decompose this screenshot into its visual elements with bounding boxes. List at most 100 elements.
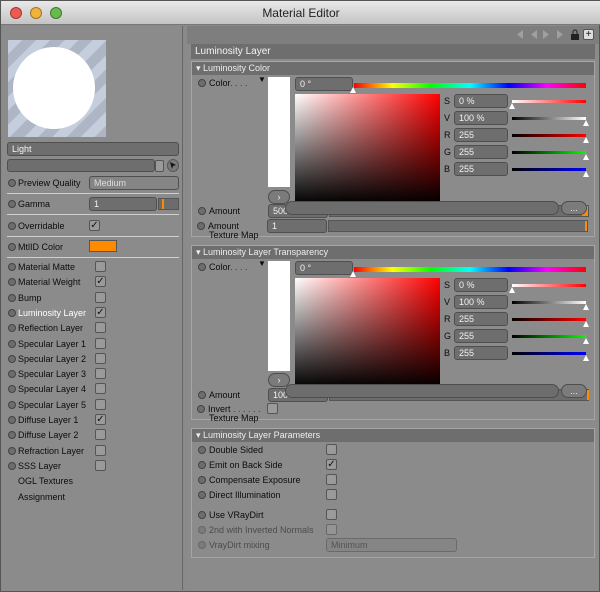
channel-checkbox[interactable]: [95, 261, 106, 272]
new-window-icon[interactable]: +: [583, 29, 594, 40]
mtlid-anim-dot[interactable]: [8, 243, 16, 251]
b-input[interactable]: 255: [454, 346, 508, 360]
channel-item[interactable]: Bump: [18, 293, 42, 303]
texture-more-button[interactable]: ...: [561, 384, 587, 398]
v-slider[interactable]: [512, 117, 586, 120]
channel-item[interactable]: Reflection Layer: [18, 323, 83, 333]
r-input[interactable]: 255: [454, 312, 508, 326]
channel-item[interactable]: Material Matte: [18, 262, 75, 272]
color-anim-dot[interactable]: [198, 263, 206, 271]
double-sided-checkbox[interactable]: [326, 444, 337, 455]
direct-checkbox[interactable]: [326, 489, 337, 500]
use-vraydirt-anim-dot[interactable]: [198, 511, 206, 519]
emit-back-anim-dot[interactable]: [198, 461, 206, 469]
channel-item[interactable]: Diffuse Layer 2: [18, 430, 78, 440]
direct-anim-dot[interactable]: [198, 491, 206, 499]
second-inverted-anim-dot[interactable]: [198, 526, 206, 534]
s-slider[interactable]: [512, 100, 586, 103]
navigation-arrows-icon[interactable]: [513, 28, 563, 41]
v-handle[interactable]: [583, 304, 589, 310]
channel-item[interactable]: Specular Layer 1: [18, 339, 86, 349]
texture-map-slot[interactable]: [285, 201, 559, 215]
assignment-item[interactable]: Assignment: [18, 492, 65, 502]
sv-picker[interactable]: [295, 278, 440, 388]
vraydirt-mixing-select[interactable]: Minimum: [326, 538, 457, 552]
channel-item[interactable]: Specular Layer 5: [18, 400, 86, 410]
hue-bar[interactable]: [354, 83, 586, 88]
g-handle[interactable]: [583, 338, 589, 344]
b-slider[interactable]: [512, 168, 586, 171]
channel-checkbox[interactable]: [95, 429, 106, 441]
invert-checkbox[interactable]: [267, 403, 278, 414]
v-input[interactable]: 100 %: [454, 111, 508, 125]
r-slider[interactable]: [512, 318, 586, 321]
channel-anim-dot[interactable]: [8, 308, 16, 317]
channel-anim-dot[interactable]: [8, 263, 16, 271]
channel-item[interactable]: Specular Layer 4: [18, 384, 86, 394]
channel-anim-dot[interactable]: [8, 324, 16, 333]
hue-handle[interactable]: [350, 87, 356, 93]
color-swatch[interactable]: [268, 77, 290, 187]
color-anim-dot[interactable]: [198, 79, 206, 87]
path-dropdown-arrow[interactable]: [155, 160, 164, 172]
channel-checkbox[interactable]: [95, 352, 106, 364]
compensate-checkbox[interactable]: [326, 474, 337, 485]
color-mode-arrow[interactable]: ▼: [258, 259, 266, 268]
amount2-input[interactable]: 1: [267, 219, 327, 233]
channel-checkbox[interactable]: [95, 444, 106, 456]
channel-checkbox[interactable]: [95, 322, 106, 334]
compensate-anim-dot[interactable]: [198, 476, 206, 484]
channel-anim-dot[interactable]: [8, 400, 16, 409]
amount-anim-dot[interactable]: [198, 207, 206, 215]
amount-anim-dot[interactable]: [198, 391, 206, 399]
r-handle[interactable]: [583, 321, 589, 327]
b-handle[interactable]: [583, 171, 589, 177]
g-slider[interactable]: [512, 335, 586, 338]
channel-anim-dot[interactable]: [8, 278, 16, 287]
v-slider[interactable]: [512, 301, 586, 304]
ogl-textures-item[interactable]: OGL Textures: [18, 476, 73, 486]
channel-checkbox[interactable]: [95, 383, 106, 395]
invert-anim-dot[interactable]: [197, 405, 205, 413]
preview-quality-anim-dot[interactable]: [8, 179, 16, 187]
channel-item[interactable]: Material Weight: [18, 277, 80, 287]
hue-bar[interactable]: [354, 267, 586, 272]
hue-handle[interactable]: [350, 271, 356, 277]
use-vraydirt-checkbox[interactable]: [326, 509, 337, 520]
emit-back-checkbox[interactable]: ✓: [326, 459, 337, 470]
v-handle[interactable]: [583, 120, 589, 126]
r-input[interactable]: 255: [454, 128, 508, 142]
s-handle[interactable]: [509, 287, 515, 293]
g-handle[interactable]: [583, 154, 589, 160]
pick-icon[interactable]: [167, 159, 179, 172]
channel-anim-dot[interactable]: [8, 354, 16, 363]
v-input[interactable]: 100 %: [454, 295, 508, 309]
color-swatch[interactable]: [268, 261, 290, 371]
channel-anim-dot[interactable]: [8, 446, 16, 455]
material-name-field[interactable]: Light: [7, 142, 179, 156]
channel-checkbox[interactable]: ✓: [95, 414, 106, 425]
hue-input[interactable]: 0 °: [295, 77, 353, 91]
color-mode-arrow[interactable]: ▼: [258, 75, 266, 84]
channel-anim-dot[interactable]: [8, 293, 16, 302]
luminosity-color-header[interactable]: ▾ Luminosity Color: [192, 62, 594, 75]
channel-item[interactable]: Diffuse Layer 1: [18, 415, 78, 425]
gamma-anim-dot[interactable]: [8, 200, 16, 208]
r-handle[interactable]: [583, 137, 589, 143]
channel-anim-dot[interactable]: [8, 370, 16, 379]
r-slider[interactable]: [512, 134, 586, 137]
b-handle[interactable]: [583, 355, 589, 361]
b-input[interactable]: 255: [454, 162, 508, 176]
material-path-field[interactable]: [7, 159, 155, 172]
parameters-header[interactable]: ▾ Luminosity Layer Parameters: [192, 429, 594, 442]
channel-item[interactable]: Luminosity Layer: [18, 308, 86, 318]
sv-picker[interactable]: [295, 94, 440, 204]
g-slider[interactable]: [512, 151, 586, 154]
channel-checkbox[interactable]: ✓: [95, 276, 106, 288]
channel-anim-dot[interactable]: [8, 461, 16, 470]
channel-item[interactable]: Refraction Layer: [18, 446, 84, 456]
channel-item[interactable]: Specular Layer 3: [18, 369, 86, 379]
channel-anim-dot[interactable]: [8, 339, 16, 348]
lock-icon[interactable]: [570, 29, 580, 40]
amount2-slider[interactable]: [328, 220, 588, 232]
